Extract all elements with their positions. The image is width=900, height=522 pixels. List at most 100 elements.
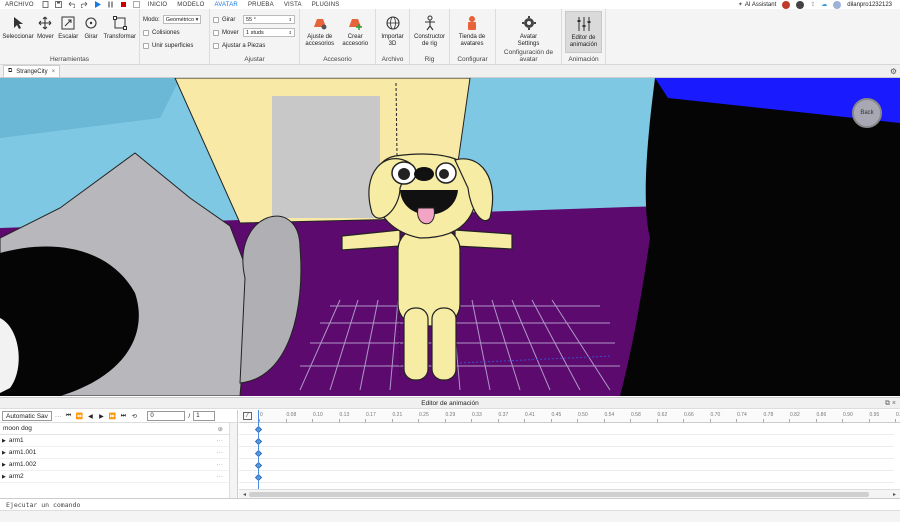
timeline-ruler[interactable]: ⁄ 0 0.08 0.10 0.13 0.17 0.21 0.25 0.29 0.33 0.37 0… [239, 410, 900, 423]
menu-tab-view[interactable]: VISTA [279, 2, 307, 8]
rig-figure-icon [422, 15, 438, 31]
save-dropdown[interactable]: Automatic Sav [2, 411, 52, 421]
ruler-tick-mark [789, 419, 790, 422]
mode-label: Modo: [143, 16, 160, 23]
scroll-thumb[interactable] [249, 491, 870, 497]
command-input[interactable] [0, 499, 900, 510]
expand-icon[interactable]: ▶ [2, 474, 6, 480]
ruler-tick-label: 0.13 [339, 412, 350, 418]
mode-select[interactable]: Geométrico ▾ [162, 15, 202, 24]
ai-assistant-button[interactable]: ✦ AI Assistant [738, 1, 776, 9]
redo-icon[interactable] [80, 1, 88, 9]
move-snap-checkbox[interactable] [213, 29, 219, 36]
play-icon[interactable]: ▶ [97, 411, 105, 421]
track-scrollbar[interactable] [229, 423, 237, 498]
menu-tab-plugins[interactable]: PLUGINS [307, 2, 345, 8]
create-accessory-label: Crear accesorio [342, 34, 369, 47]
ruler-tick-label: 0.17 [366, 412, 376, 418]
prev-keyframe-icon[interactable]: ⏪ [75, 411, 83, 421]
command-bar [0, 498, 900, 510]
timeline-grid[interactable] [239, 423, 900, 489]
robux-icon[interactable] [782, 0, 791, 9]
ruler-tick-label: 0.82 [790, 412, 800, 418]
status-bar [0, 510, 900, 522]
rig-builder-button[interactable]: Constructor de rig [413, 11, 446, 53]
pause-icon[interactable] [107, 1, 114, 8]
avatar[interactable] [833, 0, 842, 9]
rotate-tool-button[interactable]: Girar [81, 11, 102, 53]
create-accessory-button[interactable]: Crear accesorio [339, 11, 373, 53]
viewport-settings-icon[interactable]: ⚙ [890, 67, 897, 76]
track-arm1-001[interactable]: ▶ arm1.001 ··· [0, 447, 237, 459]
avatar-shop-button[interactable]: Tienda de avatares [453, 11, 491, 53]
select-tool-button[interactable]: Seleccionar [2, 11, 34, 53]
select-tool-label: Seleccionar [2, 34, 34, 40]
move-snap-input[interactable]: 1 studs ⇕ [243, 28, 295, 37]
configure-group-label: Configurar [457, 56, 488, 63]
ruler-tick-label: 0.97 [896, 412, 900, 418]
expand-icon[interactable]: ▶ [2, 462, 6, 468]
menu-tab-avatar[interactable]: AVATAR [210, 2, 243, 8]
close-icon[interactable]: × [52, 69, 56, 75]
transform-tool-button[interactable]: Transformar [104, 11, 136, 53]
scale-tool-button[interactable]: Escalar [58, 11, 79, 53]
file-group: Importar 3D Archivo [376, 9, 410, 65]
grid-icon[interactable] [132, 1, 140, 8]
skip-start-icon[interactable]: ⏮ [64, 411, 72, 421]
animation-editor-button[interactable]: Editor de animación [565, 11, 602, 53]
more-icon[interactable]: ··· [55, 413, 62, 420]
stepper-icon: ⇕ [288, 17, 292, 22]
play-icon[interactable] [94, 1, 101, 8]
save-icon[interactable] [54, 1, 62, 8]
stop-icon[interactable] [120, 1, 127, 8]
expand-icon[interactable]: ▶ [2, 450, 6, 456]
back-button[interactable]: Back [852, 98, 882, 128]
menu-file[interactable]: ARCHIVO [0, 2, 39, 8]
track-arm1-002[interactable]: ▶ arm1.002 ··· [0, 459, 237, 471]
join-surfaces-checkbox[interactable] [143, 42, 149, 49]
fit-accessory-button[interactable]: Ajuste de accesorios [303, 11, 337, 53]
cloud-icon[interactable]: ☁ [821, 1, 827, 8]
tools-group-label: Herramientas [49, 56, 89, 63]
track-arm2[interactable]: ▶ arm2 ··· [0, 471, 237, 483]
menu-tab-model[interactable]: MODELO [172, 2, 209, 8]
expand-icon[interactable]: ▶ [2, 438, 6, 444]
curve-editor-icon[interactable]: ⁄ [243, 412, 252, 420]
fit-parts-checkbox[interactable] [213, 42, 219, 49]
current-frame-input[interactable]: 0 [147, 411, 186, 421]
3d-viewport[interactable]: Back [0, 78, 900, 396]
move-tool-button[interactable]: Mover [35, 11, 56, 53]
rotate-snap-checkbox[interactable] [213, 16, 219, 23]
share-icon[interactable]: ⇪ [810, 1, 815, 8]
add-track-icon[interactable]: ⊕ [218, 425, 223, 433]
play-reverse-icon[interactable]: ◀ [86, 411, 94, 421]
total-frames-input[interactable]: 1 [193, 411, 216, 421]
next-keyframe-icon[interactable]: ⏩ [108, 411, 116, 421]
more-icon[interactable]: ··· [217, 461, 224, 468]
skip-end-icon[interactable]: ⏭ [119, 411, 127, 421]
menu-tab-home[interactable]: INICIO [143, 2, 173, 8]
collisions-checkbox[interactable] [143, 29, 149, 36]
avatar-settings-button[interactable]: Avatar Settings [510, 11, 548, 53]
scroll-left-icon[interactable]: ◂ [243, 491, 246, 498]
scroll-right-icon[interactable]: ▸ [893, 491, 896, 498]
tab-strangecity[interactable]: ⧉ StrangeCity × [3, 65, 61, 77]
rig-row[interactable]: moon dog ⊕ [0, 423, 237, 435]
loop-icon[interactable]: ⟲ [130, 411, 138, 421]
import-3d-button[interactable]: Importar 3D [379, 11, 406, 53]
playhead[interactable] [258, 410, 259, 489]
close-icon[interactable]: × [892, 400, 896, 407]
notification-icon[interactable] [796, 0, 805, 9]
track-arm1[interactable]: ▶ arm1 ··· [0, 435, 237, 447]
more-icon[interactable]: ··· [217, 473, 224, 480]
more-icon[interactable]: ··· [217, 437, 224, 444]
popout-icon[interactable]: ⧉ [885, 400, 890, 407]
timeline-scrollbar[interactable]: ◂ ▸ [239, 489, 900, 498]
undo-icon[interactable] [68, 1, 76, 9]
new-file-icon[interactable] [42, 1, 49, 8]
more-icon[interactable]: ··· [217, 449, 224, 456]
document-tab-bar: ⧉ StrangeCity × ⚙ [0, 65, 900, 78]
menu-tab-test[interactable]: PRUEBA [243, 2, 279, 8]
username-label[interactable]: dilanpro1232123 [847, 2, 892, 8]
rotate-snap-input[interactable]: 55 ° ⇕ [243, 15, 295, 24]
